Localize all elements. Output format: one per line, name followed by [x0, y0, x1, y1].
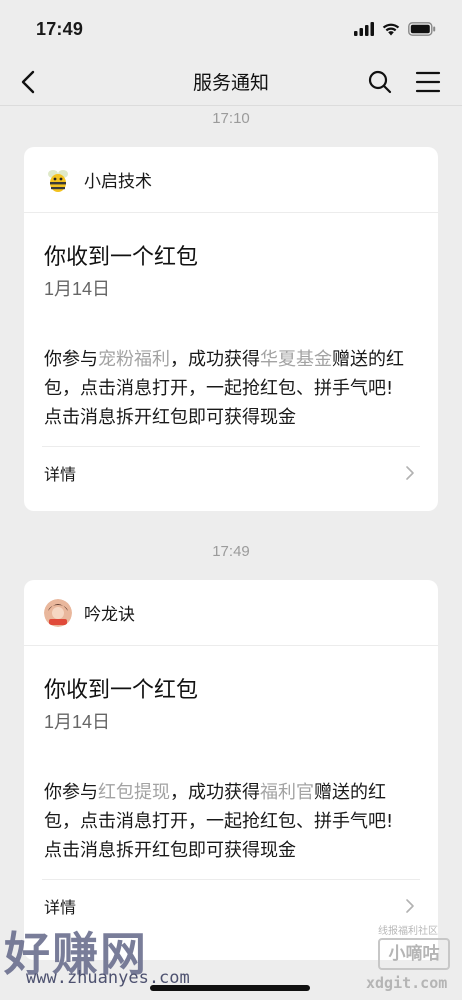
- card-footer[interactable]: 详情: [42, 446, 420, 498]
- card-body: 你参与宠粉福利，成功获得华夏基金赠送的红包，点击消息打开，一起抢红包、拼手气吧!…: [24, 301, 438, 432]
- home-indicator: [150, 985, 310, 991]
- card-body: 你参与红包提现，成功获得福利官赠送的红包，点击消息打开，一起抢红包、拼手气吧! …: [24, 734, 438, 865]
- card-header: 吟龙诀: [24, 580, 438, 646]
- card-title: 你收到一个红包: [44, 678, 199, 703]
- notification-card[interactable]: 小启技术 你收到一个红包 1月14日 你参与宠粉福利，成功获得华夏基金赠送的红包…: [24, 147, 438, 511]
- nav-bar: 服务通知: [0, 58, 462, 106]
- menu-icon[interactable]: [414, 68, 442, 96]
- body-text: 你参与: [44, 349, 98, 370]
- watermark-badge: 小嘀咕: [378, 938, 450, 970]
- message-timestamp: 17:49: [212, 543, 250, 560]
- wifi-icon: [382, 23, 400, 36]
- sponsor-link: 华夏基金: [260, 349, 332, 370]
- sender-name: 小启技术: [84, 172, 152, 192]
- bee-avatar-icon: [44, 166, 72, 194]
- status-icons: [354, 22, 436, 36]
- notification-card[interactable]: 吟龙诀 你收到一个红包 1月14日 你参与红包提现，成功获得福利官赠送的红包，点…: [24, 580, 438, 960]
- message-timestamp: 17:10: [212, 110, 250, 127]
- chevron-right-icon: [406, 898, 414, 913]
- card-header: 小启技术: [24, 147, 438, 213]
- status-time: 17:49: [36, 18, 84, 39]
- search-icon[interactable]: [366, 68, 394, 96]
- activity-link: 宠粉福利: [98, 349, 170, 370]
- card-date: 1月14日: [44, 279, 111, 299]
- back-arrow-icon[interactable]: [16, 68, 44, 96]
- sponsor-link: 福利官: [260, 782, 314, 803]
- card-date: 1月14日: [44, 712, 111, 732]
- page-title: 服务通知: [192, 72, 269, 94]
- body-text: ，成功获得: [170, 349, 260, 370]
- activity-link: 红包提现: [98, 782, 170, 803]
- watermark-badge-caption: 线报福利社区: [378, 926, 438, 937]
- detail-link[interactable]: 详情: [42, 894, 76, 918]
- body-text-line2: 点击消息拆开红包即可获得现金: [44, 407, 296, 428]
- body-text: ，成功获得: [170, 782, 260, 803]
- body-text-line2: 点击消息拆开红包即可获得现金: [44, 840, 296, 861]
- battery-icon: [408, 22, 436, 36]
- body-text: 你参与: [44, 782, 98, 803]
- chevron-right-icon: [406, 465, 414, 480]
- status-bar: 17:49: [0, 0, 462, 58]
- card-title: 你收到一个红包: [44, 245, 199, 270]
- sender-name: 吟龙诀: [84, 605, 135, 625]
- avatar: [44, 598, 72, 627]
- detail-link[interactable]: 详情: [42, 461, 76, 485]
- watermark-badge-url: xdgit.com: [366, 974, 448, 992]
- signal-icon: [354, 22, 374, 36]
